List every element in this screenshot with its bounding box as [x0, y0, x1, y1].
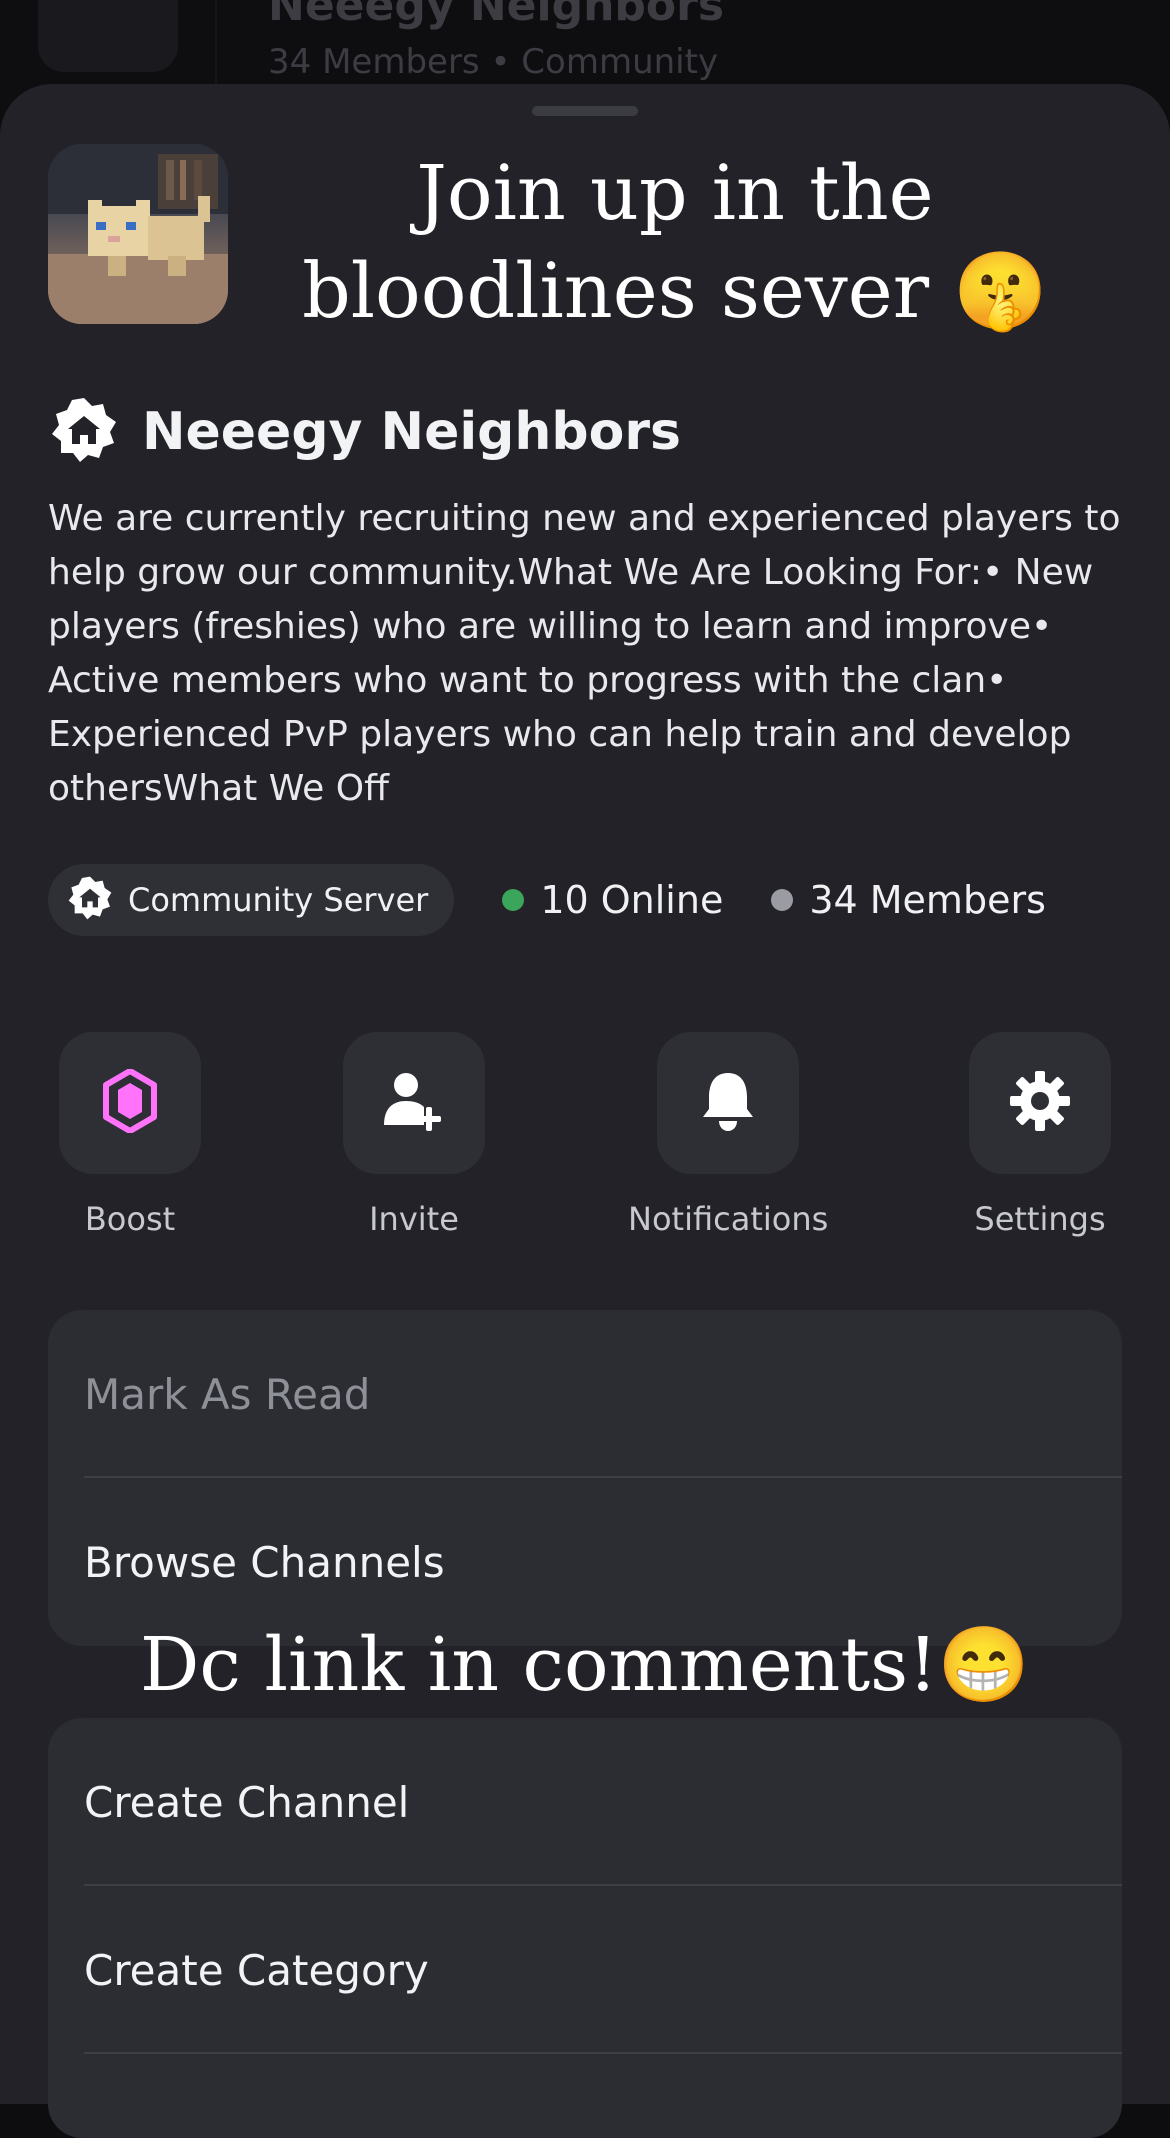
- bell-icon: [699, 1069, 757, 1137]
- community-badge-label: Community Server: [128, 881, 429, 919]
- background-chat-icon: [38, 0, 178, 72]
- create-category-item[interactable]: Create Category: [48, 1886, 1122, 2054]
- background-server-subtitle: 34 Members • Community: [268, 42, 719, 82]
- notifications-button[interactable]: [657, 1032, 799, 1174]
- menu-group-create: Create Channel Create Category: [48, 1718, 1122, 2138]
- member-count: 34 Members: [771, 878, 1046, 922]
- invite-button[interactable]: [343, 1032, 485, 1174]
- settings-label: Settings: [974, 1200, 1106, 1238]
- member-count-label: 34 Members: [809, 878, 1046, 922]
- community-home-icon: [48, 394, 120, 470]
- community-badge-icon: [66, 874, 114, 926]
- notifications-label: Notifications: [628, 1200, 829, 1238]
- gear-icon: [1008, 1069, 1072, 1137]
- settings-action[interactable]: Settings: [940, 1032, 1140, 1238]
- members-dot-icon: [771, 889, 794, 911]
- create-channel-item[interactable]: Create Channel: [48, 1718, 1122, 1886]
- community-server-badge[interactable]: Community Server: [48, 864, 455, 936]
- server-avatar: [48, 144, 228, 324]
- server-name-row: Neeegy Neighbors: [48, 394, 681, 470]
- browse-channels-item[interactable]: Browse Channels: [48, 1478, 1122, 1646]
- invite-action[interactable]: Invite: [314, 1032, 514, 1238]
- add-user-icon: [380, 1069, 448, 1137]
- overlay-caption-top: Join up in the bloodlines sever 🤫: [302, 148, 1048, 335]
- boost-gem-icon: [102, 1068, 158, 1137]
- boost-label: Boost: [84, 1200, 176, 1238]
- menu-group-read: Mark As Read Browse Channels: [48, 1310, 1122, 1646]
- server-name: Neeegy Neighbors: [142, 402, 681, 462]
- server-sheet: Join up in the bloodlines sever 🤫 Neeegy…: [0, 84, 1170, 2138]
- online-dot-icon: [502, 889, 525, 911]
- invite-label: Invite: [369, 1200, 459, 1238]
- boost-action[interactable]: Boost: [30, 1032, 230, 1238]
- mark-as-read-item[interactable]: Mark As Read: [48, 1310, 1122, 1478]
- notifications-action[interactable]: Notifications: [628, 1032, 828, 1238]
- settings-button[interactable]: [969, 1032, 1111, 1174]
- drag-handle[interactable]: [532, 106, 638, 116]
- background-divider: [215, 0, 217, 95]
- server-stats: Community Server 10 Online 34 Members: [48, 864, 1046, 936]
- overlay-caption-middle: Dc link in comments!😁: [140, 1622, 1030, 1708]
- background-server-title[interactable]: Neeegy Neighbors: [268, 0, 724, 31]
- online-count-label: 10 Online: [540, 878, 724, 922]
- server-description: We are currently recruiting new and expe…: [48, 498, 1121, 809]
- boost-button[interactable]: [59, 1032, 201, 1174]
- online-count: 10 Online: [502, 878, 723, 922]
